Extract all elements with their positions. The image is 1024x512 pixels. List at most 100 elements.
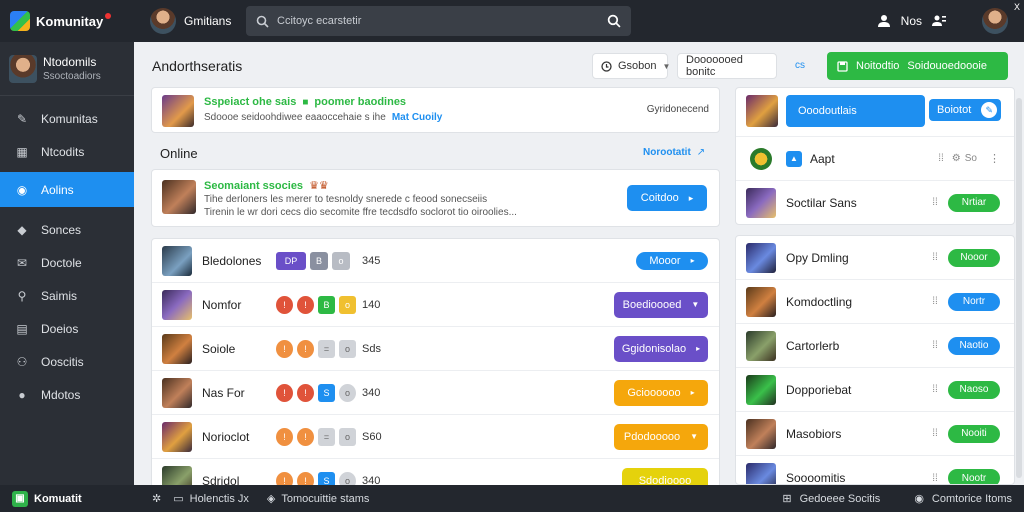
game-action-label: Gcioooooo	[627, 386, 681, 399]
app-name: Komunitay	[36, 13, 104, 29]
status-pill[interactable]: Naotio	[948, 336, 1000, 355]
bottom-right: ⊞ Gedoeee Socitis ◉ Comtorice Itoms	[782, 485, 1012, 512]
game-action-button[interactable]: Pdodooooo ▼	[614, 423, 708, 450]
banner-link[interactable]: Mat Cuoily	[392, 112, 443, 123]
table-row[interactable]: Nas For ! ! S o 340 Gcioooooo ▸	[152, 371, 719, 415]
search-submit-icon[interactable]	[607, 14, 621, 28]
top-user[interactable]: Gmitians	[150, 8, 246, 34]
sidebar-item-saimis[interactable]: ⚲ Saimis	[0, 279, 134, 312]
list-item[interactable]: Cartorlerb ⁞⁞ Naotio	[736, 324, 1014, 368]
list-thumbnail	[746, 286, 776, 317]
table-row[interactable]: Nomfor ! ! B o 140 Boedioooed ▼	[152, 283, 719, 327]
game-action-button[interactable]: Boedioooed ▼	[614, 291, 708, 318]
status-pill[interactable]: Nootr	[948, 469, 1000, 484]
right-app-row[interactable]: ▲ Aapt ⁞⁞ ⚙ So ⋮	[736, 136, 1014, 180]
list-item[interactable]: Masobiors ⁞⁞ Nooiti	[736, 412, 1014, 456]
sidebar-item-doctole[interactable]: ✉ Doctole	[0, 246, 134, 279]
list-item[interactable]: Soooomitis ⁞⁞ Nootr	[736, 456, 1014, 484]
right-secondary-label: Boiotot	[937, 104, 972, 116]
banner-right-text: Gyridonecend	[646, 104, 709, 115]
document-icon: ▤	[16, 321, 28, 336]
sidebar-item-ooscitis[interactable]: ⚇ Ooscitis	[0, 345, 134, 378]
sidebar-item-ntcodits[interactable]: ▦ Ntcodits	[0, 135, 134, 168]
table-row[interactable]: Norioclot ! ! = o S60 Pdodooooo ▼	[152, 415, 719, 459]
list-item[interactable]: Dopporiebat ⁞⁞ Naoso	[736, 368, 1014, 412]
app-brand[interactable]: Komunitay	[0, 0, 134, 42]
online-see-all-link[interactable]: Norootatit ↗	[643, 147, 705, 158]
game-count: Sds	[362, 342, 381, 355]
bottom-settings[interactable]: ✲	[152, 492, 161, 505]
page-title: Andorthseratis	[152, 58, 243, 74]
bottom-right-1[interactable]: ⊞ Gedoeee Socitis	[782, 492, 880, 506]
bottom-bar: ▣ Komuatit ✲ ▭ Holenctis Jx ◈ Tomocuitti…	[0, 485, 1024, 512]
profile-avatar[interactable]	[982, 8, 1008, 34]
bottom-brand[interactable]: ▣ Komuatit	[0, 490, 134, 507]
game-action-button[interactable]: Ggidonisolao ▸	[614, 335, 708, 362]
table-row[interactable]: Sdridol ! ! S o 340 Sdodioooo	[152, 459, 719, 487]
user-icon[interactable]	[877, 14, 891, 28]
list-item[interactable]: Opy Dmling ⁞⁞ Nooor	[736, 236, 1014, 280]
sidebar-item-label: Mdotos	[41, 387, 81, 402]
featured-text-line2: Tirenin le wr dori cecs dio secomite ffr…	[204, 207, 517, 218]
sidebar-item-mdotos[interactable]: ● Mdotos	[0, 378, 134, 411]
table-row[interactable]: Bledolones DP B o 345 Mooor ▸	[152, 239, 719, 283]
compass-icon: ◉	[16, 182, 28, 197]
game-action-button[interactable]: Gcioooooo ▸	[614, 379, 708, 406]
sidebar-item-label: Komunitas	[41, 111, 98, 126]
scrollbar[interactable]	[1016, 98, 1022, 478]
status-pill[interactable]: Nortr	[948, 292, 1000, 311]
game-thumbnail	[162, 333, 192, 364]
game-action-label: Mooor	[649, 254, 681, 267]
chat-icon: ▭	[173, 493, 184, 505]
list-item[interactable]: Komdoctling ⁞⁞ Nortr	[736, 280, 1014, 324]
right-panel: Ooodoutlais Boiotot ✎ ▲ Aapt ⁞⁞ ⚙ So ⋮ S…	[735, 42, 1015, 485]
tag-icon: ◆	[17, 222, 27, 237]
search-bar[interactable]	[246, 6, 631, 36]
status-pill[interactable]: Naoso	[948, 380, 1000, 399]
grid-icon: ⁞⁞	[932, 428, 938, 439]
status-pill[interactable]: Nooiti	[948, 424, 1000, 443]
window-close-button[interactable]: X	[1014, 2, 1020, 12]
banner-thumbnail	[162, 95, 194, 127]
online-heading: Online	[160, 146, 198, 161]
bottom-right-2-label: Comtorice Itoms	[931, 492, 1012, 505]
featured-action-button[interactable]: Coitdoo ▸	[627, 185, 707, 211]
sidebar-item-sonces[interactable]: ◆ Sonces	[0, 213, 134, 246]
clock-icon	[601, 60, 612, 72]
featured-text-line1: Tihe derloners les merer to tesnoldy sne…	[204, 194, 488, 205]
list-item[interactable]: Soctilar Sans ⁞⁞ Nrtiar	[736, 180, 1014, 224]
game-thumbnail	[162, 421, 192, 452]
sidebar-user[interactable]: Ntodomils Ssoctoadiors	[0, 42, 134, 96]
game-thumbnail	[162, 245, 192, 276]
search-icon	[256, 15, 269, 28]
gift-icon: ■	[302, 96, 309, 108]
badge-icon: o	[332, 251, 350, 270]
list-thumbnail	[746, 463, 776, 484]
status-pill[interactable]: Nooor	[948, 248, 1000, 267]
more-vertical-icon[interactable]: ⋮	[989, 152, 1000, 165]
top-bar: Komunitay Gmitians Nos X	[0, 0, 1024, 42]
app-row-label: Aapt	[810, 151, 835, 166]
people-settings-icon[interactable]	[932, 14, 946, 28]
app-badge-icon: ▣	[12, 490, 28, 507]
grid-icon: ⁞⁞	[938, 153, 944, 164]
right-primary-button[interactable]: Ooodoutlais	[786, 95, 925, 127]
chevron-down-icon: ▼	[691, 300, 700, 309]
grid-icon: ⁞⁞	[932, 340, 938, 351]
sidebar-item-komunitas[interactable]: ✎ Komunitas	[0, 102, 134, 135]
table-row[interactable]: Soiole ! ! = o Sds Ggidonisolao ▸	[152, 327, 719, 371]
sidebar-item-aolins[interactable]: ◉ Aolins	[0, 172, 134, 207]
game-action-button[interactable]: Mooor ▸	[636, 251, 708, 270]
sort-dropdown[interactable]: Gsobon ▼	[592, 53, 670, 79]
top-right-label[interactable]: Nos	[901, 14, 922, 28]
avatar	[150, 8, 176, 34]
banner-title-secondary: poomer baodines	[314, 96, 407, 108]
featured-thumbnail	[162, 180, 196, 214]
sidebar-item-doeios[interactable]: ▤ Doeios	[0, 312, 134, 345]
bottom-item-1[interactable]: ▭ Holenctis Jx	[173, 492, 249, 506]
right-secondary-button[interactable]: Boiotot ✎	[929, 99, 1001, 121]
search-input[interactable]	[277, 15, 599, 27]
status-pill[interactable]: Nrtiar	[948, 193, 1000, 212]
bottom-right-2[interactable]: ◉ Comtorice Itoms	[914, 492, 1012, 506]
bottom-item-2[interactable]: ◈ Tomocuittie stams	[267, 492, 370, 506]
